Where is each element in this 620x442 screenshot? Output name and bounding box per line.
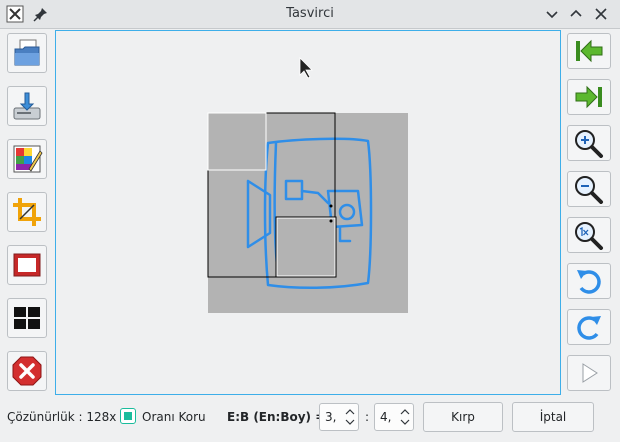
spin-arrows-icon: [400, 409, 410, 425]
maximize-button[interactable]: [567, 5, 585, 23]
save-button[interactable]: [7, 86, 47, 126]
width-spinbox[interactable]: 3,: [319, 403, 359, 431]
chevron-down-icon: [546, 11, 558, 19]
image-preview: [207, 57, 408, 313]
save-icon: [13, 92, 41, 120]
image-canvas[interactable]: [55, 30, 561, 395]
zoom-reset-icon: [575, 222, 603, 250]
frame-button[interactable]: [7, 245, 47, 285]
spin-arrows-icon: [345, 409, 355, 425]
crop-handle-bottom-right[interactable]: [276, 217, 336, 277]
grid-icon: [14, 307, 40, 329]
bottom-bar: Çözünürlük : 128x Oranı Koru E:B (En:Boy…: [0, 398, 620, 442]
keep-ratio-checkbox[interactable]: [120, 408, 136, 424]
rotate-left-icon: [577, 270, 601, 294]
cancel-button[interactable]: İptal: [512, 402, 594, 432]
height-value: 4,: [380, 410, 392, 424]
crop-tool-button[interactable]: [7, 192, 47, 232]
last-icon: [575, 85, 602, 109]
grid-button[interactable]: [7, 298, 47, 338]
play-button[interactable]: [567, 355, 611, 391]
resolution-label: Çözünürlük : 128x: [7, 410, 117, 424]
keep-ratio-label: Oranı Koru: [142, 410, 206, 424]
last-button[interactable]: [567, 79, 611, 115]
minimize-button[interactable]: [543, 5, 561, 23]
ratio-label: E:B (En:Boy) =: [227, 410, 326, 424]
color-palette-icon: [13, 145, 43, 173]
rotate-right-icon: [577, 316, 601, 340]
colors-button[interactable]: [7, 139, 47, 179]
zoom-out-icon: [575, 176, 603, 204]
rotate-right-button[interactable]: [567, 309, 611, 345]
cancel-tool-button[interactable]: [7, 351, 47, 391]
zoom-in-icon: [575, 130, 603, 158]
height-spinbox[interactable]: 4,: [374, 403, 414, 431]
cancel-icon: [12, 356, 42, 386]
mouse-cursor-icon: [299, 57, 313, 79]
zoom-out-button[interactable]: [567, 171, 611, 207]
first-button[interactable]: [567, 33, 611, 69]
crop-icon: [13, 198, 41, 226]
zoom-reset-button[interactable]: [567, 217, 611, 253]
crop-button[interactable]: Kırp: [423, 402, 503, 432]
zoom-in-button[interactable]: [567, 125, 611, 161]
width-value: 3,: [325, 410, 337, 424]
title-bar: Tasvirci: [0, 0, 620, 29]
open-button[interactable]: [7, 33, 47, 73]
close-button[interactable]: [592, 5, 610, 23]
chevron-up-icon: [570, 9, 582, 17]
window-title: Tasvirci: [286, 6, 334, 21]
crop-handle-top-left[interactable]: [207, 112, 267, 171]
checkbox-check: [124, 412, 132, 420]
close-icon: [595, 8, 607, 20]
play-icon: [582, 363, 598, 383]
ratio-separator: :: [365, 410, 370, 424]
frame-icon: [13, 253, 41, 277]
open-folder-icon: [14, 39, 40, 66]
first-icon: [576, 39, 603, 63]
rotate-left-button[interactable]: [567, 263, 611, 299]
